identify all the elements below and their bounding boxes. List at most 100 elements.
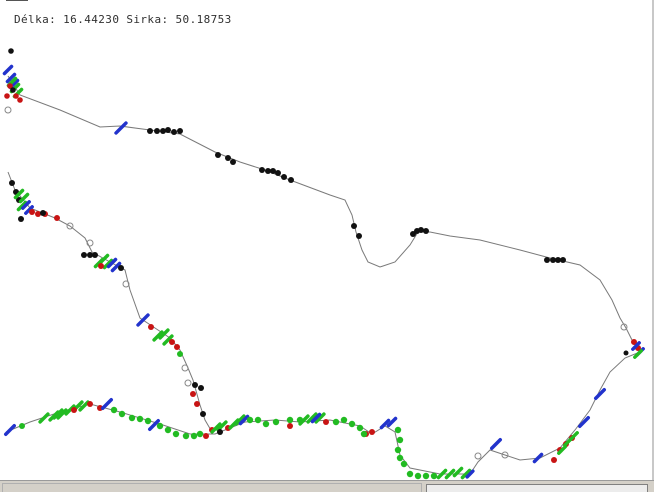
black-dot-icon[interactable]: [225, 155, 231, 161]
black-dot-icon[interactable]: [418, 227, 424, 233]
black-dot-icon[interactable]: [259, 167, 265, 173]
grey-circle-icon[interactable]: [474, 452, 482, 460]
green-dot-icon[interactable]: [406, 470, 414, 478]
black-dot-icon[interactable]: [40, 210, 46, 216]
blue-dash-icon[interactable]: [4, 424, 16, 436]
black-dot-icon[interactable]: [423, 228, 429, 234]
black-dot-icon[interactable]: [8, 48, 14, 54]
red-dot-icon[interactable]: [87, 401, 93, 407]
blue-dash-icon[interactable]: [101, 398, 113, 410]
status-field-left: [2, 483, 422, 492]
red-dot-icon[interactable]: [203, 433, 209, 439]
red-dot-icon[interactable]: [323, 419, 329, 425]
black-dot-icon[interactable]: [275, 170, 281, 176]
map-overlay[interactable]: [0, 0, 654, 480]
green-dot-icon[interactable]: [340, 416, 348, 424]
black-dot-icon[interactable]: [198, 385, 204, 391]
black-dot-icon[interactable]: [18, 216, 24, 222]
red-dot-icon[interactable]: [551, 457, 557, 463]
green-dot-icon[interactable]: [246, 416, 254, 424]
red-dot-icon[interactable]: [369, 429, 375, 435]
red-dot-icon[interactable]: [174, 344, 180, 350]
red-dot-icon[interactable]: [71, 407, 77, 413]
green-dot-icon[interactable]: [110, 406, 118, 414]
red-dot-icon[interactable]: [287, 423, 293, 429]
green-dot-icon[interactable]: [272, 418, 280, 426]
black-dot-icon[interactable]: [192, 382, 198, 388]
green-dot-icon[interactable]: [144, 417, 152, 425]
black-dot-icon[interactable]: [154, 128, 160, 134]
green-dot-icon[interactable]: [396, 454, 404, 462]
red-dot-icon[interactable]: [190, 391, 196, 397]
green-dot-icon[interactable]: [19, 423, 25, 429]
green-dot-icon[interactable]: [394, 446, 402, 454]
route-line-west: [7, 171, 213, 433]
black-dot-icon[interactable]: [217, 429, 223, 435]
green-dot-icon[interactable]: [332, 418, 340, 426]
green-dot-icon[interactable]: [136, 415, 144, 423]
black-dot-icon[interactable]: [165, 127, 171, 133]
green-dot-icon[interactable]: [118, 410, 126, 418]
grey-circle-icon[interactable]: [181, 364, 189, 372]
red-dot-icon[interactable]: [194, 401, 200, 407]
black-dot-icon[interactable]: [356, 233, 362, 239]
black-dot-icon[interactable]: [230, 159, 236, 165]
black-dot-icon[interactable]: [10, 87, 16, 93]
black-dot-icon[interactable]: [9, 180, 15, 186]
grey-circle-icon[interactable]: [184, 379, 192, 387]
green-dot-icon[interactable]: [182, 432, 190, 440]
green-dot-icon[interactable]: [156, 422, 164, 430]
black-dot-icon[interactable]: [147, 128, 153, 134]
black-dot-icon[interactable]: [215, 152, 221, 158]
red-dot-icon[interactable]: [148, 324, 154, 330]
black-dot-icon[interactable]: [200, 411, 206, 417]
green-dot-icon[interactable]: [262, 420, 270, 428]
green-dot-icon[interactable]: [348, 420, 356, 428]
green-dot-icon[interactable]: [254, 416, 262, 424]
black-dot-icon[interactable]: [118, 265, 124, 271]
red-dot-icon[interactable]: [13, 93, 19, 99]
black-dot-icon[interactable]: [560, 257, 566, 263]
red-dot-icon[interactable]: [169, 339, 175, 345]
green-dot-icon[interactable]: [400, 460, 408, 468]
blue-dash-icon[interactable]: [490, 438, 502, 450]
black-dot-icon[interactable]: [171, 129, 177, 135]
green-dot-icon[interactable]: [177, 351, 183, 357]
black-dot-icon[interactable]: [351, 223, 357, 229]
green-dot-icon[interactable]: [396, 436, 404, 444]
blue-dash-icon[interactable]: [114, 121, 128, 135]
green-dot-icon[interactable]: [164, 426, 172, 434]
green-dash-icon[interactable]: [98, 253, 110, 265]
red-dot-icon[interactable]: [35, 211, 41, 217]
black-dot-icon[interactable]: [177, 128, 183, 134]
black-dot-icon[interactable]: [81, 252, 87, 258]
red-dot-icon[interactable]: [4, 93, 10, 99]
blue-dash-icon[interactable]: [532, 452, 544, 464]
green-dot-icon[interactable]: [128, 414, 136, 422]
green-dot-icon[interactable]: [422, 472, 430, 480]
red-dot-icon[interactable]: [17, 97, 23, 103]
green-dot-icon[interactable]: [414, 472, 422, 480]
green-dot-icon[interactable]: [360, 430, 368, 438]
black-dot-icon[interactable]: [281, 174, 287, 180]
green-dash-icon[interactable]: [444, 468, 456, 480]
red-dot-icon[interactable]: [98, 263, 104, 269]
green-dash-icon[interactable]: [436, 468, 448, 480]
green-dot-icon[interactable]: [190, 432, 198, 440]
black-dot-icon[interactable]: [544, 257, 550, 263]
green-dot-icon[interactable]: [394, 426, 402, 434]
black-dot-icon[interactable]: [623, 350, 629, 356]
grey-circle-icon[interactable]: [4, 106, 12, 114]
green-dot-icon[interactable]: [430, 472, 438, 480]
red-dot-icon[interactable]: [54, 215, 60, 221]
green-dot-icon[interactable]: [286, 416, 294, 424]
green-dot-icon[interactable]: [196, 430, 204, 438]
green-dash-icon[interactable]: [633, 349, 643, 359]
red-dot-icon[interactable]: [29, 209, 35, 215]
black-dot-icon[interactable]: [160, 128, 166, 134]
black-dot-icon[interactable]: [92, 252, 98, 258]
blue-dash-icon[interactable]: [2, 64, 14, 76]
green-dot-icon[interactable]: [172, 430, 180, 438]
black-dot-icon[interactable]: [288, 177, 294, 183]
green-dot-icon[interactable]: [356, 424, 364, 432]
